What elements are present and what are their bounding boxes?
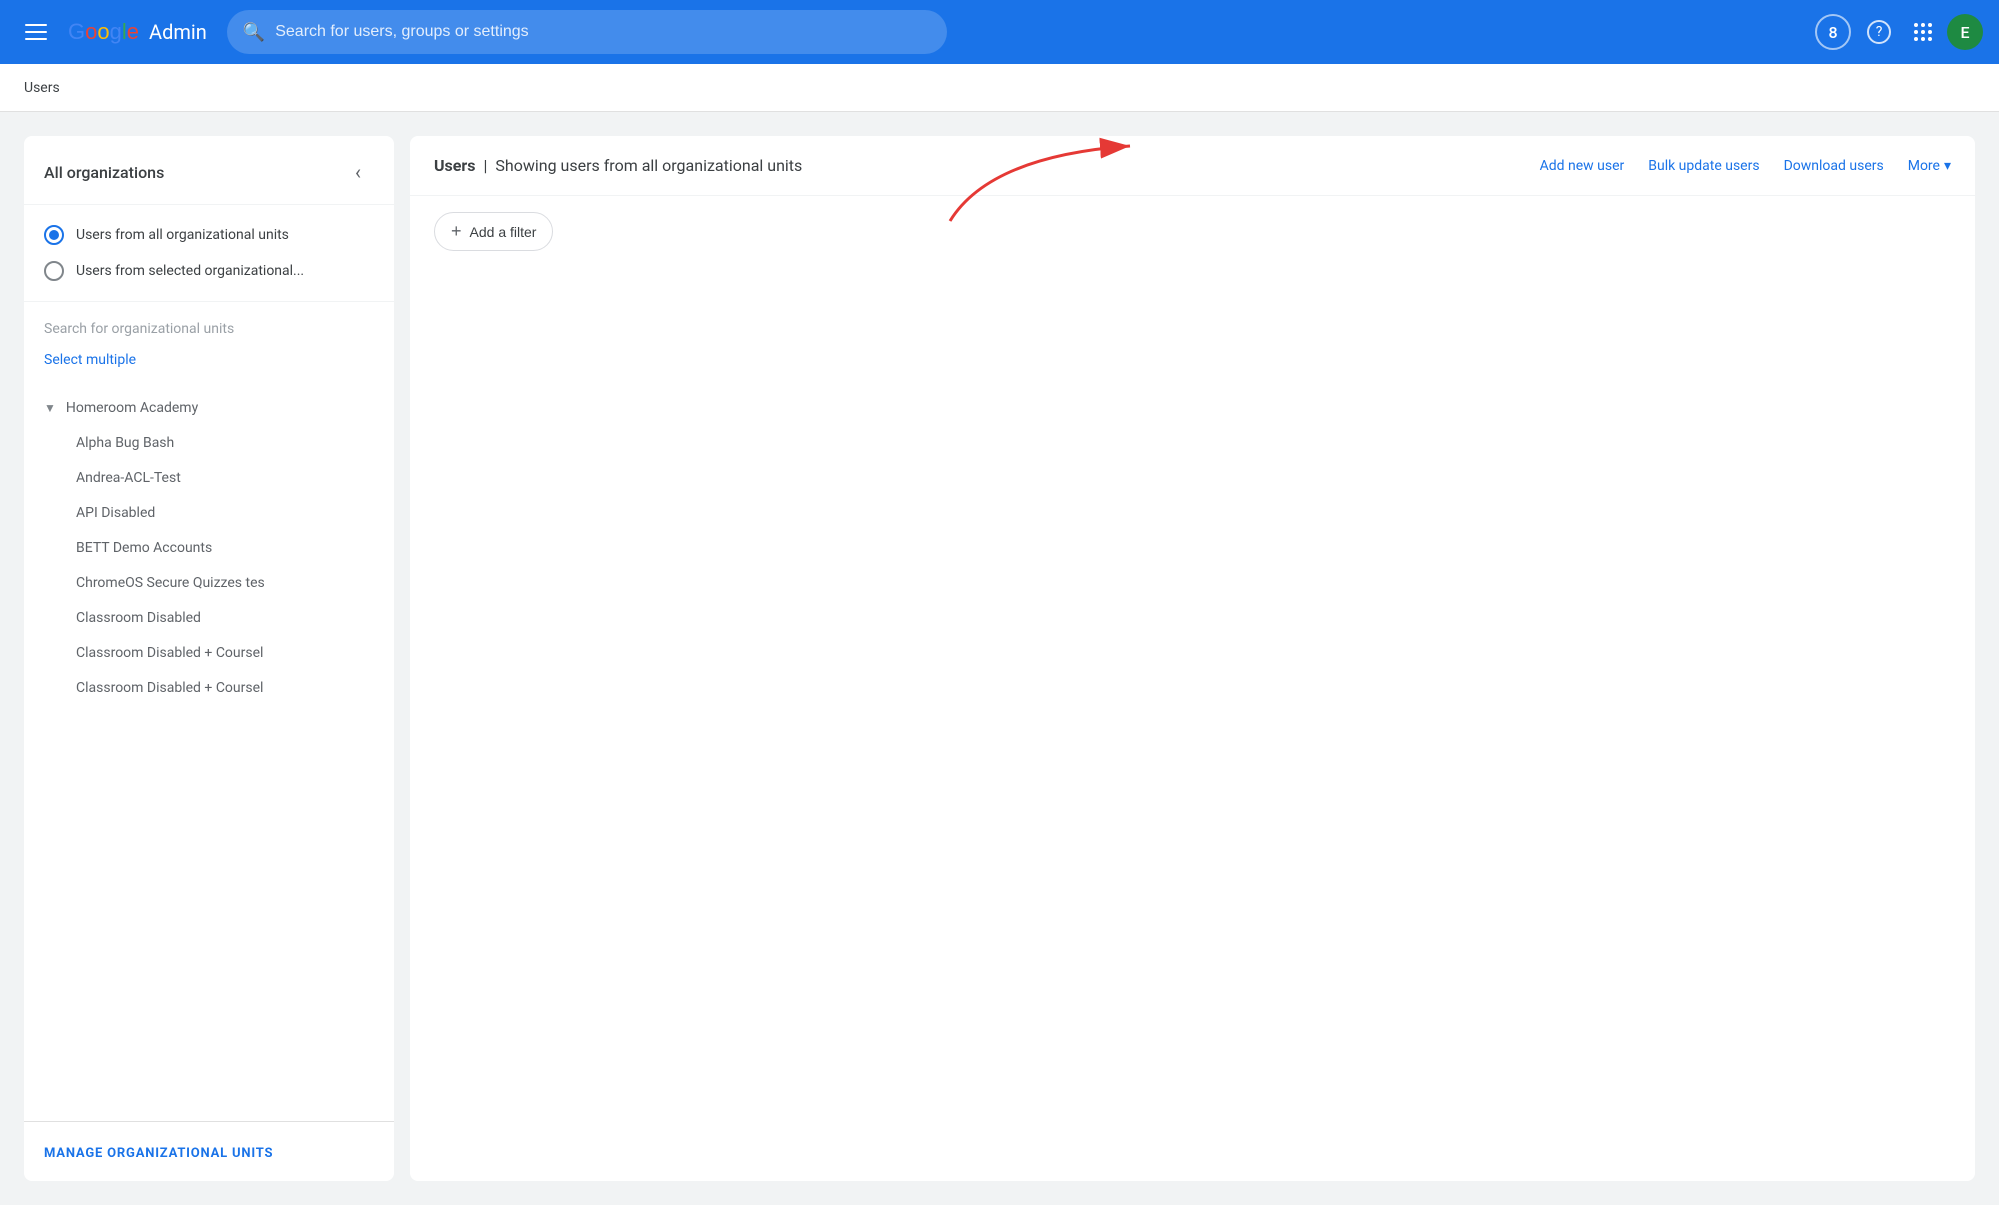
hamburger-line [25,31,47,33]
support-icon: 8 [1828,23,1837,42]
support-button[interactable]: 8 [1815,14,1851,50]
more-label: More [1908,158,1940,174]
avatar-letter: E [1960,23,1969,42]
org-parent-item[interactable]: ▼ Homeroom Academy [24,392,394,424]
help-button[interactable]: ? [1859,12,1899,52]
list-item[interactable]: BETT Demo Accounts [24,529,394,564]
top-navigation: Google Admin 🔍 8 ? [0,0,1999,64]
nav-actions: 8 ? E [1815,12,1983,52]
hamburger-menu[interactable] [16,12,56,52]
more-button[interactable]: More ▾ [1908,158,1951,174]
list-item[interactable]: Alpha Bug Bash [24,424,394,459]
add-filter-plus-icon: + [451,221,462,242]
apps-grid-icon [1912,21,1934,43]
all-org-units-label: Users from all organizational units [76,227,289,243]
select-multiple-container: Select multiple [24,345,394,384]
org-child-label: Classroom Disabled + Coursel [76,680,263,696]
users-title: Users [434,156,475,175]
main-content: All organizations ‹ Users from all organ… [0,112,1999,1205]
expand-arrow-icon: ▼ [44,401,56,415]
list-item[interactable]: Classroom Disabled [24,599,394,634]
list-item[interactable]: Classroom Disabled + Coursel [24,634,394,669]
more-dropdown-icon: ▾ [1944,158,1951,174]
download-users-link[interactable]: Download users [1784,158,1884,174]
panel-actions: Add new user Bulk update users Download … [1540,158,1951,174]
global-search[interactable]: 🔍 [227,10,947,54]
right-panel-header: Users | Showing users from all organizat… [410,136,1975,196]
hamburger-line [25,38,47,40]
search-input[interactable] [275,23,931,41]
selected-org-units-label: Users from selected organizational... [76,263,304,279]
bulk-update-users-link[interactable]: Bulk update users [1648,158,1759,174]
collapse-icon: ‹ [355,160,361,184]
search-icon: 🔍 [243,22,265,43]
filter-bar: + Add a filter [410,196,1975,267]
users-subtitle: Showing users from all organizational un… [495,156,802,175]
org-child-label: Alpha Bug Bash [76,435,174,451]
list-item[interactable]: ChromeOS Secure Quizzes tes [24,564,394,599]
org-child-label: BETT Demo Accounts [76,540,212,556]
org-tree[interactable]: ▼ Homeroom Academy Alpha Bug Bash Andrea… [24,384,394,1121]
user-avatar[interactable]: E [1947,14,1983,50]
radio-button-all[interactable] [44,225,64,245]
logo-admin: Admin [149,20,207,44]
org-filter-radio-group: Users from all organizational units User… [24,205,394,302]
radio-button-selected[interactable] [44,261,64,281]
list-item[interactable]: API Disabled [24,494,394,529]
google-admin-logo: Google Admin [68,19,207,45]
org-child-label: Classroom Disabled + Coursel [76,645,263,661]
manage-org-units-container: MANAGE ORGANIZATIONAL UNITS [24,1121,394,1181]
org-child-label: ChromeOS Secure Quizzes tes [76,575,265,591]
right-panel: Users | Showing users from all organizat… [410,136,1975,1181]
help-icon: ? [1867,20,1891,44]
org-parent-name: Homeroom Academy [66,400,198,416]
hamburger-line [25,24,47,26]
breadcrumb-text: Users [24,80,60,96]
title-separator: | [483,156,487,175]
list-item[interactable]: Andrea-ACL-Test [24,459,394,494]
apps-button[interactable] [1903,12,1943,52]
org-child-label: Andrea-ACL-Test [76,470,181,486]
add-filter-label: Add a filter [470,224,537,240]
radio-inner-dot [49,230,59,240]
org-child-label: Classroom Disabled [76,610,201,626]
search-org-units: Search for organizational units [24,302,394,345]
left-panel: All organizations ‹ Users from all organ… [24,136,394,1181]
search-org-placeholder[interactable]: Search for organizational units [44,321,234,337]
selected-org-units-option[interactable]: Users from selected organizational... [44,253,374,289]
breadcrumb: Users [0,64,1999,112]
add-filter-button[interactable]: + Add a filter [434,212,553,251]
add-new-user-link[interactable]: Add new user [1540,158,1625,174]
all-organizations-title: All organizations [44,163,164,182]
collapse-panel-button[interactable]: ‹ [342,156,374,188]
list-item[interactable]: Classroom Disabled + Coursel [24,669,394,704]
select-multiple-link[interactable]: Select multiple [44,352,136,368]
all-org-units-option[interactable]: Users from all organizational units [44,217,374,253]
logo-google: Google [68,19,139,45]
org-child-label: API Disabled [76,505,155,521]
manage-org-units-link[interactable]: MANAGE ORGANIZATIONAL UNITS [44,1146,273,1161]
left-panel-header: All organizations ‹ [24,136,394,205]
